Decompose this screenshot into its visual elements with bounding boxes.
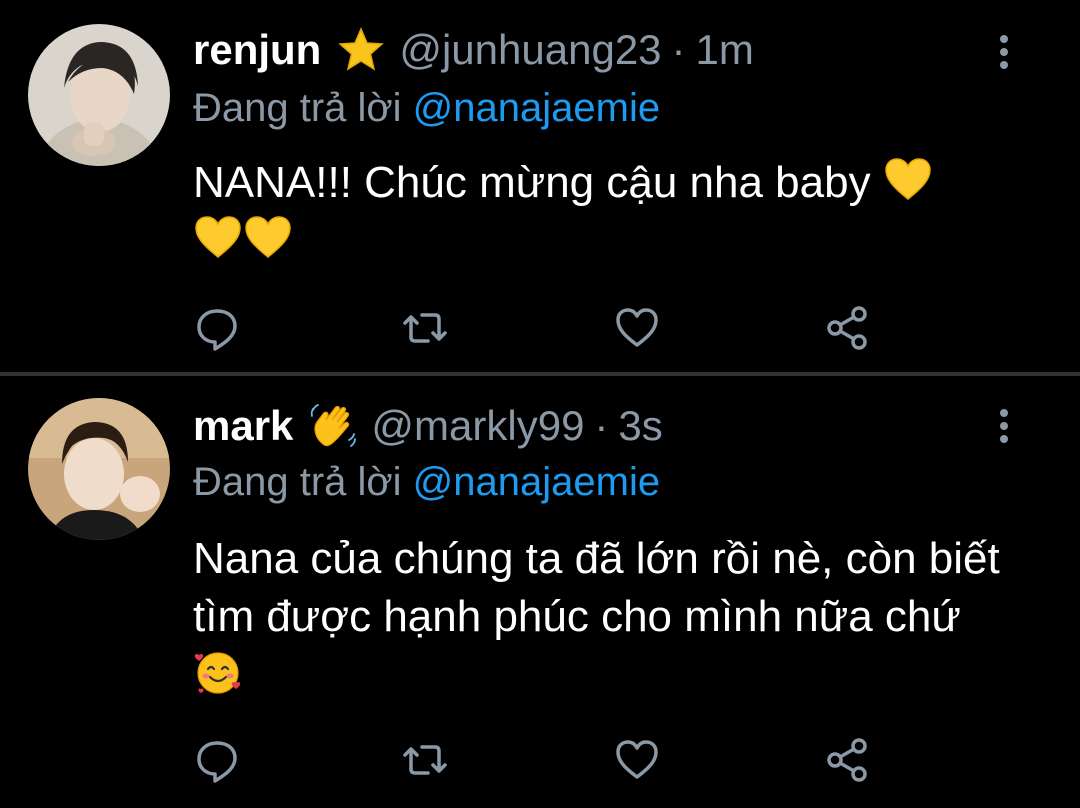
waving-hand-emoji-icon [309, 402, 357, 450]
retweet-icon[interactable] [401, 735, 449, 785]
avatar[interactable] [28, 398, 170, 540]
reply-icon[interactable] [193, 735, 241, 785]
mention-link[interactable]: @nanajaemie [413, 460, 660, 504]
user-handle[interactable]: @markly99 [371, 402, 584, 450]
like-icon[interactable] [613, 735, 661, 785]
like-icon[interactable] [613, 303, 661, 353]
share-icon[interactable] [823, 303, 871, 353]
separator-dot: · [671, 26, 686, 73]
more-options-icon[interactable] [984, 24, 1024, 80]
tweet-text: Nana của chúng ta đã lớn rồi nè, còn biế… [193, 530, 1013, 704]
replying-to: Đang trả lời @nanajaemie [193, 86, 660, 131]
tweet-header: mark @markly99 · 3s [193, 398, 663, 454]
timestamp[interactable]: 1m [696, 26, 754, 74]
display-name[interactable]: mark [193, 402, 293, 450]
timestamp[interactable]: 3s [618, 402, 662, 450]
avatar[interactable] [28, 24, 170, 166]
share-icon[interactable] [823, 735, 871, 785]
star-emoji-icon [337, 26, 385, 74]
tweet-header: renjun @junhuang23 · 1m [193, 22, 754, 78]
retweet-icon[interactable] [401, 303, 449, 353]
tweet-actions [193, 735, 883, 785]
tweet-text: NANA!!! Chúc mừng cậu nha baby [193, 154, 1013, 270]
tweet[interactable]: renjun @junhuang23 · 1m Đang trả lời @na… [0, 0, 1080, 372]
smiling-face-with-hearts-icon [193, 647, 243, 697]
display-name[interactable]: renjun [193, 26, 321, 74]
separator-dot: · [594, 402, 609, 449]
user-handle[interactable]: @junhuang23 [399, 26, 661, 74]
tweet[interactable]: mark @markly99 · 3s Đang trả lời @nanaja… [0, 376, 1080, 808]
replying-to: Đang trả lời @nanajaemie [193, 460, 660, 505]
mention-link[interactable]: @nanajaemie [413, 86, 660, 130]
tweet-text-content: NANA!!! Chúc mừng cậu nha baby [193, 158, 871, 207]
tweet-actions [193, 303, 883, 353]
yellow-heart-icon [193, 213, 243, 263]
yellow-heart-icon [883, 155, 933, 205]
replying-label: Đang trả lời [193, 460, 402, 504]
more-options-icon[interactable] [984, 398, 1024, 454]
tweet-text-content: Nana của chúng ta đã lớn rồi nè, còn biế… [193, 534, 1000, 641]
yellow-heart-icon [243, 213, 293, 263]
replying-label: Đang trả lời [193, 86, 402, 130]
reply-icon[interactable] [193, 303, 241, 353]
